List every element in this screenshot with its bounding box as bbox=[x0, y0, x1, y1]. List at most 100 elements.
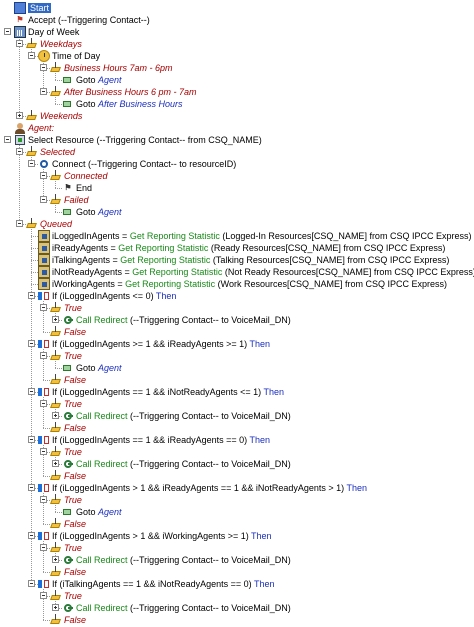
tree-node[interactable]: If (iLoggedInAgents > 1 && iReadyAgents … bbox=[0, 482, 474, 494]
tree-node[interactable]: iLoggedInAgents = Get Reporting Statisti… bbox=[0, 230, 474, 242]
tree-node[interactable]: iWorkingAgents = Get Reporting Statistic… bbox=[0, 278, 474, 290]
tree-node[interactable]: If (iLoggedInAgents >= 1 && iReadyAgents… bbox=[0, 338, 474, 350]
tree-node[interactable]: Goto After Business Hours bbox=[0, 98, 474, 110]
tree-node[interactable]: Queued bbox=[0, 218, 474, 230]
expand-icon[interactable] bbox=[52, 556, 59, 563]
tree-node-label[interactable]: False bbox=[64, 614, 86, 626]
script-tree[interactable]: Start ⚑ Accept (--Triggering Contact--) Day… bbox=[0, 0, 474, 627]
tree-node[interactable]: Call Redirect (--Triggering Contact-- to… bbox=[0, 554, 474, 566]
tree-node[interactable]: Goto Agent bbox=[0, 74, 474, 86]
tree-node-label[interactable]: Agent: bbox=[28, 122, 54, 134]
tree-node[interactable]: If (iTalkingAgents == 1 && iNotReadyAgen… bbox=[0, 578, 474, 590]
collapse-icon[interactable] bbox=[40, 400, 47, 407]
collapse-icon[interactable] bbox=[40, 496, 47, 503]
tree-node-label[interactable]: Connected bbox=[64, 170, 108, 182]
tree-node-label[interactable]: If (iLoggedInAgents <= 0) Then bbox=[52, 290, 176, 302]
tree-node-label[interactable]: Goto Agent bbox=[76, 206, 122, 218]
collapse-icon[interactable] bbox=[16, 220, 23, 227]
tree-node-label[interactable]: iLoggedInAgents = Get Reporting Statisti… bbox=[52, 230, 471, 242]
tree-node-label[interactable]: Failed bbox=[64, 194, 89, 206]
tree-node[interactable]: If (iLoggedInAgents == 1 && iReadyAgents… bbox=[0, 434, 474, 446]
collapse-icon[interactable] bbox=[28, 292, 35, 299]
collapse-icon[interactable] bbox=[16, 40, 23, 47]
tree-node-label[interactable]: Weekdays bbox=[40, 38, 82, 50]
tree-node-label[interactable]: False bbox=[64, 566, 86, 578]
collapse-icon[interactable] bbox=[40, 196, 47, 203]
tree-node[interactable]: True bbox=[0, 494, 474, 506]
tree-node-label[interactable]: Call Redirect (--Triggering Contact-- to… bbox=[76, 458, 291, 470]
collapse-icon[interactable] bbox=[40, 64, 47, 71]
tree-node[interactable]: iNotReadyAgents = Get Reporting Statisti… bbox=[0, 266, 474, 278]
tree-node-label[interactable]: True bbox=[64, 350, 82, 362]
tree-node[interactable]: If (iLoggedInAgents > 1 && iWorkingAgent… bbox=[0, 530, 474, 542]
tree-node[interactable]: If (iLoggedInAgents <= 0) Then bbox=[0, 290, 474, 302]
tree-node-label[interactable]: Select Resource (--Triggering Contact-- … bbox=[28, 134, 262, 146]
tree-node-label[interactable]: iWorkingAgents = Get Reporting Statistic… bbox=[52, 278, 447, 290]
tree-node[interactable]: Goto Agent bbox=[0, 506, 474, 518]
tree-node-label[interactable]: Day of Week bbox=[28, 26, 79, 38]
expand-icon[interactable] bbox=[16, 112, 23, 119]
tree-node-label[interactable]: True bbox=[64, 590, 82, 602]
tree-node-label[interactable]: Accept (--Triggering Contact--) bbox=[28, 14, 150, 26]
tree-node[interactable]: Call Redirect (--Triggering Contact-- to… bbox=[0, 410, 474, 422]
tree-node-label[interactable]: Call Redirect (--Triggering Contact-- to… bbox=[76, 554, 291, 566]
tree-node-label[interactable]: False bbox=[64, 518, 86, 530]
expand-icon[interactable] bbox=[52, 412, 59, 419]
tree-node[interactable]: Agent: bbox=[0, 122, 474, 134]
tree-node-label[interactable]: Weekends bbox=[40, 110, 82, 122]
tree-node-label[interactable]: True bbox=[64, 494, 82, 506]
collapse-icon[interactable] bbox=[40, 544, 47, 551]
collapse-icon[interactable] bbox=[40, 592, 47, 599]
collapse-icon[interactable] bbox=[28, 340, 35, 347]
collapse-icon[interactable] bbox=[40, 448, 47, 455]
tree-node[interactable]: Weekdays bbox=[0, 38, 474, 50]
tree-node-label[interactable]: Queued bbox=[40, 218, 72, 230]
tree-node[interactable]: Connected bbox=[0, 170, 474, 182]
tree-node-label[interactable]: After Business Hours 6 pm - 7am bbox=[64, 86, 197, 98]
tree-node-label[interactable]: If (iLoggedInAgents == 1 && iReadyAgents… bbox=[52, 434, 270, 446]
collapse-icon[interactable] bbox=[40, 172, 47, 179]
tree-node[interactable]: Business Hours 7am - 6pm bbox=[0, 62, 474, 74]
collapse-icon[interactable] bbox=[28, 160, 35, 167]
tree-node-label[interactable]: iReadyAgents = Get Reporting Statistic (… bbox=[52, 242, 445, 254]
collapse-icon[interactable] bbox=[4, 136, 11, 143]
tree-node[interactable]: False bbox=[0, 422, 474, 434]
collapse-icon[interactable] bbox=[28, 52, 35, 59]
tree-node-label[interactable]: iTalkingAgents = Get Reporting Statistic… bbox=[52, 254, 449, 266]
collapse-icon[interactable] bbox=[16, 148, 23, 155]
tree-node-label[interactable]: Connect (--Triggering Contact-- to resou… bbox=[52, 158, 236, 170]
collapse-icon[interactable] bbox=[40, 88, 47, 95]
tree-node-label[interactable]: True bbox=[64, 302, 82, 314]
collapse-icon[interactable] bbox=[28, 580, 35, 587]
tree-node[interactable]: False bbox=[0, 518, 474, 530]
tree-node-label[interactable]: Time of Day bbox=[52, 50, 100, 62]
tree-node-label[interactable]: Goto Agent bbox=[76, 362, 122, 374]
tree-node[interactable]: Start bbox=[0, 2, 474, 14]
tree-node-label[interactable]: iNotReadyAgents = Get Reporting Statisti… bbox=[52, 266, 474, 278]
tree-node[interactable]: True bbox=[0, 590, 474, 602]
tree-node-label[interactable]: Selected bbox=[40, 146, 75, 158]
tree-node[interactable]: ⚑ Accept (--Triggering Contact--) bbox=[0, 14, 474, 26]
tree-node-label[interactable]: End bbox=[76, 182, 92, 194]
tree-node-label[interactable]: If (iLoggedInAgents == 1 && iNotReadyAge… bbox=[52, 386, 284, 398]
tree-node[interactable]: Day of Week bbox=[0, 26, 474, 38]
tree-node-label[interactable]: True bbox=[64, 446, 82, 458]
tree-node[interactable]: If (iLoggedInAgents == 1 && iNotReadyAge… bbox=[0, 386, 474, 398]
tree-node-label[interactable]: Call Redirect (--Triggering Contact-- to… bbox=[76, 410, 291, 422]
tree-node[interactable]: True bbox=[0, 542, 474, 554]
tree-node[interactable]: Call Redirect (--Triggering Contact-- to… bbox=[0, 602, 474, 614]
tree-node-label[interactable]: Start bbox=[28, 2, 52, 14]
tree-node[interactable]: ⚑ End bbox=[0, 182, 474, 194]
collapse-icon[interactable] bbox=[40, 304, 47, 311]
tree-node-label[interactable]: Business Hours 7am - 6pm bbox=[64, 62, 173, 74]
collapse-icon[interactable] bbox=[4, 28, 11, 35]
tree-node-label[interactable]: Call Redirect (--Triggering Contact-- to… bbox=[76, 314, 291, 326]
tree-node[interactable]: iReadyAgents = Get Reporting Statistic (… bbox=[0, 242, 474, 254]
tree-node-label[interactable]: True bbox=[64, 398, 82, 410]
collapse-icon[interactable] bbox=[28, 532, 35, 539]
tree-node[interactable]: After Business Hours 6 pm - 7am bbox=[0, 86, 474, 98]
tree-node[interactable]: Time of Day bbox=[0, 50, 474, 62]
tree-node-label[interactable]: If (iLoggedInAgents >= 1 && iReadyAgents… bbox=[52, 338, 270, 350]
tree-node[interactable]: Goto Agent bbox=[0, 362, 474, 374]
expand-icon[interactable] bbox=[52, 316, 59, 323]
